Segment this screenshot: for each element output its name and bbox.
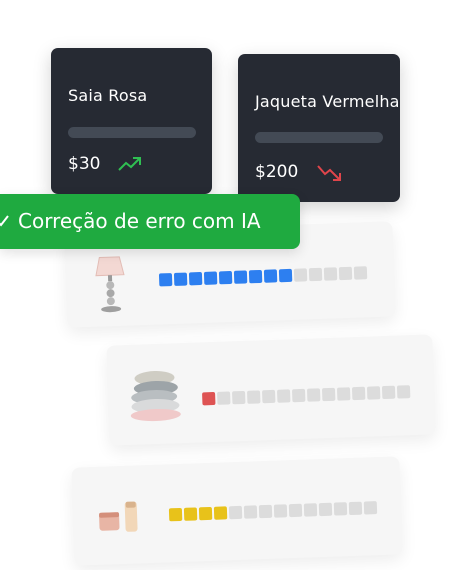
level-segment-empty [273, 504, 288, 518]
product-price: $200 [255, 162, 299, 182]
level-segment-empty [228, 505, 243, 520]
level-segment-filled [218, 270, 233, 285]
level-segment-filled [168, 507, 183, 522]
product-card-jaqueta-vermelha[interactable]: Jaqueta Vermelha $200 [238, 54, 400, 202]
level-segment-empty [396, 385, 411, 399]
level-segment-empty [262, 389, 276, 404]
pillows-icon [130, 371, 181, 422]
level-indicator [158, 266, 368, 287]
level-segment-filled [248, 269, 263, 284]
level-indicator [202, 385, 411, 406]
level-segment-empty [258, 504, 273, 519]
level-indicator [168, 501, 378, 522]
ai-correction-banner[interactable]: Correção de erro com IA [0, 194, 300, 249]
product-price: $30 [68, 154, 101, 174]
level-segment-empty [323, 267, 338, 281]
placeholder-bar [68, 127, 196, 138]
trend-down-icon [317, 165, 341, 181]
level-segment-empty [293, 268, 308, 282]
level-segment-empty [306, 388, 321, 402]
level-segment-empty [338, 266, 353, 281]
level-segment-filled [213, 506, 228, 520]
product-name: Saia Rosa [68, 86, 148, 105]
level-segment-empty [381, 385, 396, 400]
level-segment-filled [173, 272, 188, 286]
level-segment-filled [233, 270, 248, 284]
level-segment-empty [351, 386, 366, 401]
level-segment-filled [278, 268, 293, 283]
product-row-pillows[interactable] [106, 334, 436, 446]
level-segment-filled [203, 271, 218, 285]
level-segment-filled [183, 507, 198, 521]
level-segment-filled [198, 506, 213, 521]
level-segment-empty [321, 387, 336, 402]
level-segment-empty [303, 503, 318, 517]
level-segment-empty [353, 266, 368, 280]
level-segment-empty [247, 390, 261, 404]
level-segment-empty [232, 390, 246, 405]
product-card-saia-rosa[interactable]: Saia Rosa $30 [51, 48, 212, 194]
level-segment-empty [318, 502, 333, 517]
level-segment-empty [363, 501, 378, 515]
banner-label: Correção de erro com IA [18, 209, 261, 233]
level-segment-empty [308, 267, 323, 282]
level-segment-empty [276, 389, 291, 403]
level-segment-empty [333, 502, 348, 516]
product-name: Jaqueta Vermelha [255, 92, 400, 111]
level-segment-empty [217, 391, 231, 405]
level-segment-filled [202, 391, 216, 406]
level-segment-empty [348, 501, 363, 516]
level-segment-filled [188, 271, 203, 286]
level-segment-empty [288, 503, 303, 518]
level-segment-empty [336, 387, 351, 401]
placeholder-bar [255, 132, 383, 143]
level-segment-empty [366, 386, 381, 400]
check-icon [0, 215, 9, 227]
cosmetics-icon [99, 501, 138, 532]
level-segment-empty [243, 505, 258, 519]
trend-up-icon [118, 157, 141, 171]
product-row-cosmetics[interactable] [71, 456, 403, 566]
level-segment-empty [291, 388, 306, 403]
level-segment-filled [158, 273, 173, 287]
level-segment-filled [263, 269, 278, 283]
lamp-icon [95, 256, 125, 313]
